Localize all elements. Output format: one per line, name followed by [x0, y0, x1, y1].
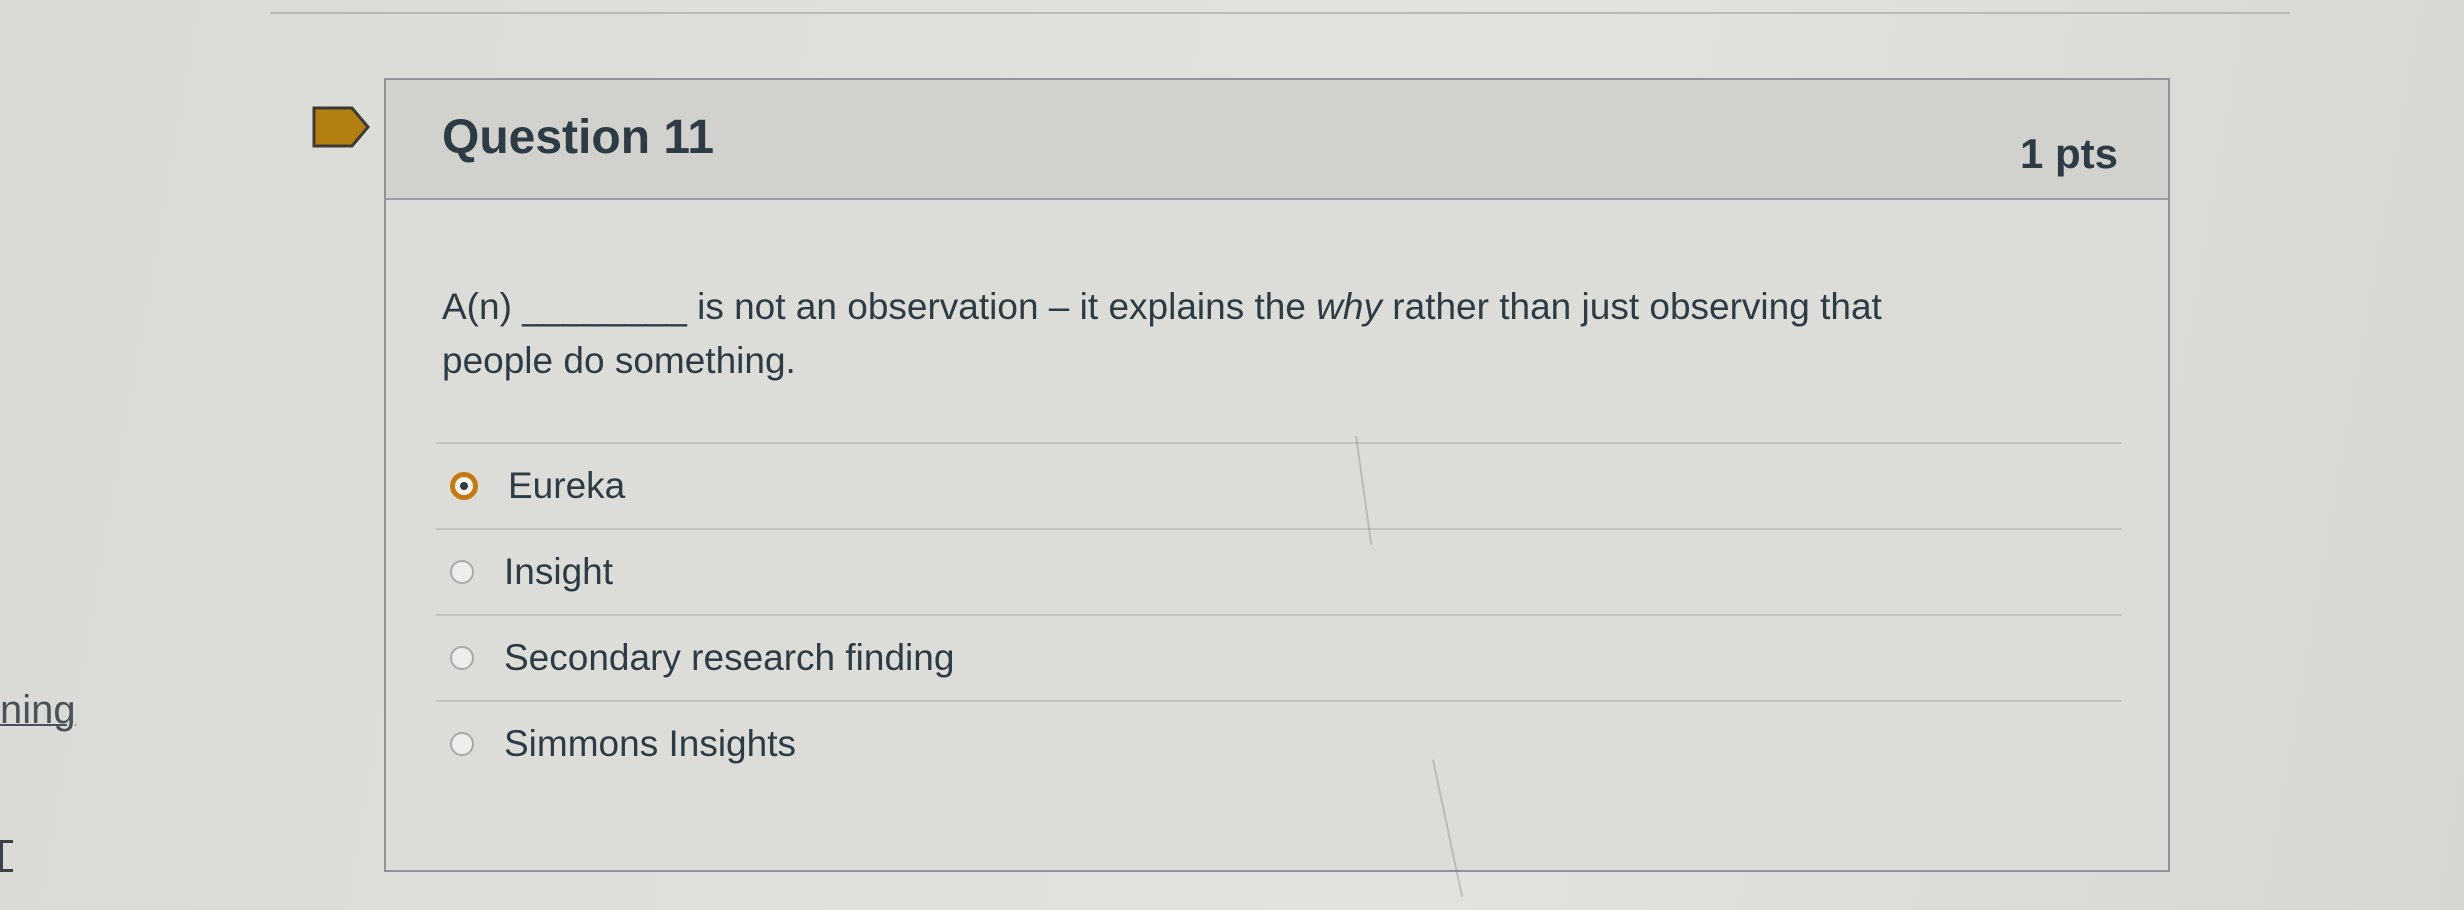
answer-list: Eureka Insight Secondary research findin… [436, 442, 2122, 786]
answer-label: Simmons Insights [504, 723, 796, 764]
question-header: Question 11 1 pts [386, 80, 2168, 200]
sidebar-link-partial[interactable]: ning [0, 688, 76, 733]
radio-button[interactable] [450, 560, 474, 584]
question-text-start: A(n) [442, 286, 523, 327]
question-card: Question 11 1 pts A(n) ________ is not a… [384, 78, 2170, 872]
radio-button[interactable] [450, 732, 474, 756]
top-divider [270, 12, 2290, 14]
answer-option-eureka[interactable]: Eureka [436, 442, 2122, 528]
question-text: A(n) ________ is not an observation – it… [442, 280, 2002, 388]
answer-label: Insight [504, 551, 614, 592]
answer-option-simmons-insights[interactable]: Simmons Insights [436, 700, 2122, 786]
answer-option-secondary-research-finding[interactable]: Secondary research finding [436, 614, 2122, 700]
answer-label: Secondary research finding [504, 637, 955, 678]
radio-button-selected[interactable] [450, 472, 478, 500]
answer-label: Eureka [508, 465, 626, 506]
flag-icon[interactable] [312, 106, 370, 148]
question-title: Question 11 [442, 111, 715, 164]
answer-option-insight[interactable]: Insight [436, 528, 2122, 614]
sidebar-marker [0, 840, 13, 872]
radio-button[interactable] [450, 646, 474, 670]
question-text-middle: is not an observation – it explains the [686, 286, 1317, 327]
question-blank: ________ [522, 286, 687, 327]
question-points: 1 pts [2019, 130, 2118, 177]
question-emphasis: why [1316, 286, 1383, 327]
